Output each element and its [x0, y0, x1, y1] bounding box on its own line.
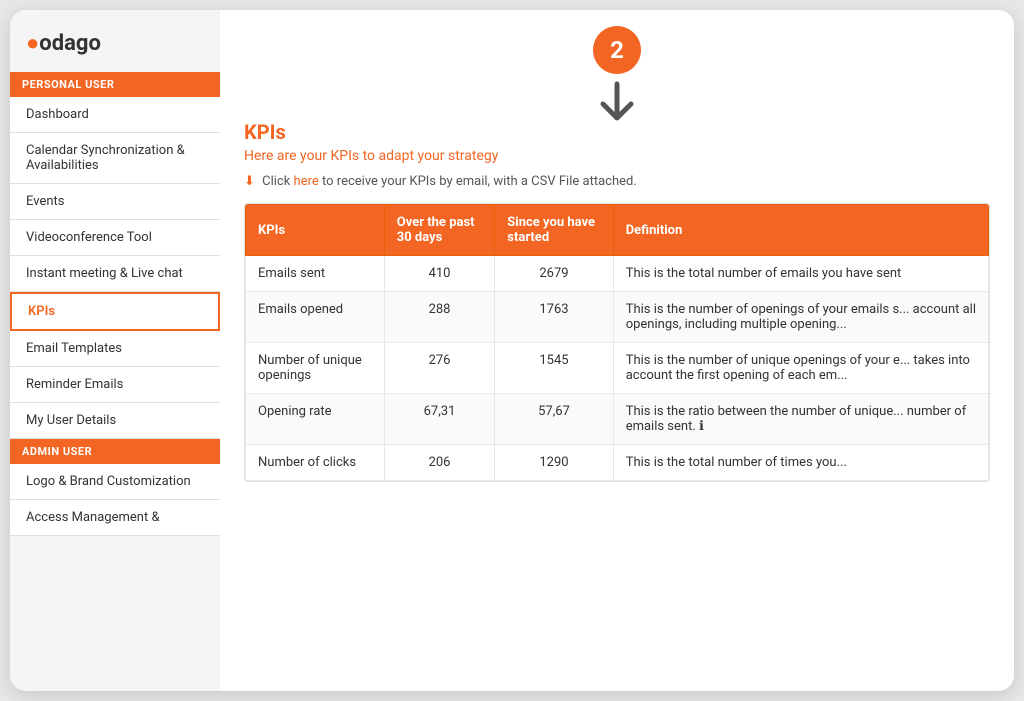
sidebar-item-dashboard[interactable]: Dashboard: [10, 97, 220, 133]
app-window: ●odago PERSONAL USER Dashboard Calendar …: [10, 10, 1014, 691]
table-row: Number of unique openings 276 1545 This …: [246, 343, 989, 394]
table-row: Emails opened 288 1763 This is the numbe…: [246, 292, 989, 343]
cell-kpi-name: Emails opened: [246, 292, 385, 343]
table-row: Number of clicks 206 1290 This is the to…: [246, 445, 989, 481]
sidebar-item-email-templates[interactable]: Email Templates: [10, 331, 220, 367]
table-header-row: KPIs Over the past 30 days Since you hav…: [246, 205, 989, 256]
sidebar-item-logo-brand[interactable]: Logo & Brand Customization: [10, 464, 220, 500]
arrow-down-icon: [593, 78, 641, 132]
email-line-prefix: Click: [262, 174, 293, 189]
email-kpi-link[interactable]: here: [294, 174, 319, 189]
cell-since-start: 57,67: [495, 394, 613, 445]
cell-since-start: 1763: [495, 292, 613, 343]
kpi-table-wrapper: KPIs Over the past 30 days Since you hav…: [244, 203, 990, 482]
sidebar-item-events[interactable]: Events: [10, 184, 220, 220]
app-logo: ●odago: [10, 20, 220, 72]
table-row: Opening rate 67,31 57,67 This is the rat…: [246, 394, 989, 445]
cell-since-start: 1290: [495, 445, 613, 481]
sidebar-item-instant-meeting[interactable]: Instant meeting & Live chat: [10, 256, 220, 292]
cell-kpi-name: Opening rate: [246, 394, 385, 445]
sidebar-item-access-management[interactable]: Access Management &: [10, 500, 220, 536]
step-number: 2: [610, 36, 624, 64]
email-line-suffix: to receive your KPIs by email, with a CS…: [322, 174, 637, 189]
cell-since-start: 2679: [495, 256, 613, 292]
kpi-subtitle: Here are your KPIs to adapt your strateg…: [244, 148, 990, 164]
logo-text: odago: [39, 31, 101, 56]
sidebar-item-my-user-details[interactable]: My User Details: [10, 403, 220, 439]
cell-kpi-name: Number of unique openings: [246, 343, 385, 394]
cell-past30: 67,31: [384, 394, 495, 445]
cell-past30: 276: [384, 343, 495, 394]
cell-definition: This is the number of openings of your e…: [613, 292, 988, 343]
sidebar-item-reminder-emails[interactable]: Reminder Emails: [10, 367, 220, 403]
personal-user-section: PERSONAL USER: [10, 72, 220, 97]
col-header-since-start: Since you have started: [495, 205, 613, 256]
sidebar: ●odago PERSONAL USER Dashboard Calendar …: [10, 10, 220, 691]
step-bubble: 2: [593, 26, 641, 74]
col-header-definition: Definition: [613, 205, 988, 256]
download-icon: ⬇: [244, 174, 255, 189]
kpi-table: KPIs Over the past 30 days Since you hav…: [245, 204, 989, 481]
col-header-past30: Over the past 30 days: [384, 205, 495, 256]
cell-past30: 206: [384, 445, 495, 481]
sidebar-item-calendar[interactable]: Calendar Synchronization & Availabilitie…: [10, 133, 220, 184]
sidebar-item-kpis[interactable]: KPIs: [10, 292, 220, 331]
cell-past30: 410: [384, 256, 495, 292]
sidebar-item-videoconference[interactable]: Videoconference Tool: [10, 220, 220, 256]
cell-kpi-name: Emails sent: [246, 256, 385, 292]
cell-definition: This is the total number of emails you h…: [613, 256, 988, 292]
cell-since-start: 1545: [495, 343, 613, 394]
col-header-kpis: KPIs: [246, 205, 385, 256]
table-row: Emails sent 410 2679 This is the total n…: [246, 256, 989, 292]
cell-definition: This is the number of unique openings of…: [613, 343, 988, 394]
admin-user-section: ADMIN USER: [10, 439, 220, 464]
kpi-email-line: ⬇ Click here to receive your KPIs by ema…: [244, 174, 990, 189]
cell-definition: This is the total number of times you...: [613, 445, 988, 481]
cell-definition: This is the ratio between the number of …: [613, 394, 988, 445]
main-content: 2 KPIs Here are your KPIs to adapt your …: [220, 10, 1014, 691]
cell-kpi-name: Number of clicks: [246, 445, 385, 481]
cell-past30: 288: [384, 292, 495, 343]
